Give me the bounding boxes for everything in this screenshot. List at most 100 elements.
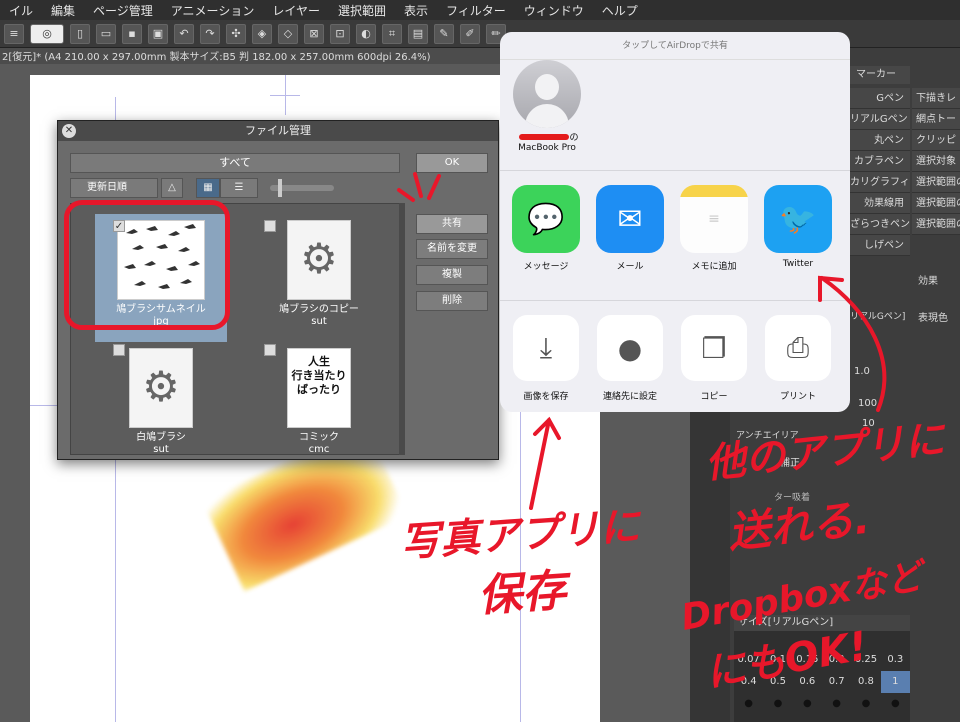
checkbox[interactable]	[264, 344, 276, 356]
download-icon: ⤓	[513, 315, 579, 381]
pen-icon[interactable]: ✎	[434, 23, 454, 44]
checkbox[interactable]	[113, 344, 125, 356]
grid-view-icon[interactable]: ▦	[196, 178, 220, 198]
transform-icon[interactable]: ✣	[226, 23, 246, 44]
slider-knob[interactable]	[278, 179, 282, 197]
action-copy[interactable]: ❐ コピー	[674, 315, 754, 402]
layer-property-item[interactable]: 選択範囲の	[912, 193, 960, 214]
annotation-text: 保存	[476, 564, 568, 623]
menu-edit[interactable]: 編集	[42, 2, 84, 19]
action-save-image[interactable]: ⤓ 画像を保存	[506, 315, 586, 402]
duplicate-button[interactable]: 複製	[416, 265, 488, 285]
delete-button[interactable]: 削除	[416, 291, 488, 311]
file-item[interactable]: ⚙ 鳩ブラシのコピー sut	[259, 220, 379, 328]
fill-icon[interactable]: ◈	[252, 23, 272, 44]
envelope-icon: ✉	[596, 185, 664, 253]
notes-icon: ≡	[680, 185, 748, 253]
share-button[interactable]: 共有	[416, 214, 488, 234]
size-option[interactable]: 0.3	[881, 649, 910, 671]
sub-tool-item[interactable]: 効果線用	[850, 193, 910, 214]
sort-dropdown[interactable]: 更新日順	[70, 178, 158, 198]
sub-tool-item[interactable]: 丸ペン	[850, 130, 910, 151]
rename-button[interactable]: 名前を変更	[416, 239, 488, 259]
layer-property-item[interactable]: 選択範囲の	[912, 172, 960, 193]
filter-dropdown[interactable]: すべて	[70, 153, 400, 173]
file-scrollbar[interactable]	[399, 203, 405, 455]
menu-page[interactable]: ページ管理	[84, 2, 162, 19]
action-label: コピー	[700, 392, 728, 402]
marker-label: マーカー	[850, 66, 910, 84]
thumbnail-size-slider[interactable]	[270, 179, 334, 197]
menu-selection[interactable]: 選択範囲	[329, 2, 395, 19]
crop-icon[interactable]: ⌗	[382, 23, 402, 44]
guide-line	[270, 95, 300, 96]
sub-tool-item[interactable]: リアルGペン	[850, 109, 910, 130]
size-dot-icon[interactable]	[734, 693, 763, 715]
brush-icon[interactable]: ✐	[460, 23, 480, 44]
layer-property-item[interactable]: 選択範囲の	[912, 214, 960, 235]
size-dot-icon[interactable]	[793, 693, 822, 715]
sub-tool-item[interactable]: Gペン	[850, 88, 910, 109]
airdrop-device-name: MacBook Pro	[518, 143, 576, 153]
speech-bubble-icon: 💬	[512, 185, 580, 253]
invert-icon[interactable]: ◐	[356, 23, 376, 44]
select-icon[interactable]: ⊠	[304, 23, 324, 44]
comic-thumb-line: 行き当たり	[291, 369, 347, 382]
menu-filter[interactable]: フィルター	[437, 2, 515, 19]
undo-icon[interactable]: ↶	[174, 23, 194, 44]
menu-file[interactable]: イル	[0, 2, 42, 19]
open-folder-icon[interactable]: ▭	[96, 23, 116, 44]
document-tab[interactable]: 2[復元]* (A4 210.00 x 297.00mm 製本サイズ:B5 判 …	[0, 48, 500, 64]
file-item[interactable]: 人生 行き当たり ばったり コミック cmc	[259, 348, 379, 456]
app-logo-icon[interactable]: ◎	[30, 23, 64, 44]
layer-property-item[interactable]: 下描きレ	[912, 88, 960, 109]
menu-toggle-icon[interactable]: ≡	[4, 23, 24, 44]
checkbox[interactable]	[264, 220, 276, 232]
sub-tool-item[interactable]: しげペン	[850, 235, 910, 256]
sub-tool-item[interactable]: カリグラフィ	[850, 172, 910, 193]
sort-order-icon[interactable]: △	[161, 178, 183, 198]
comic-thumbnail-image: 人生 行き当たり ばったり	[287, 348, 351, 428]
app-messages[interactable]: 💬 メッセージ	[506, 185, 586, 272]
menu-animation[interactable]: アニメーション	[162, 2, 264, 19]
share-actions-row: ⤓ 画像を保存 ● 連絡先に設定 ❐ コピー ⎙ プリント	[500, 300, 850, 412]
layer-property-item[interactable]: 網点トー	[912, 109, 960, 130]
size-dot-icon[interactable]	[822, 693, 851, 715]
airdrop-device[interactable]: の MacBook Pro	[512, 60, 582, 153]
contact-icon: ●	[597, 315, 663, 381]
app-notes[interactable]: ≡ メモに追加	[674, 185, 754, 272]
eraser-icon[interactable]: ◇	[278, 23, 298, 44]
action-set-contact[interactable]: ● 連絡先に設定	[590, 315, 670, 402]
menu-help[interactable]: ヘルプ	[593, 2, 647, 19]
new-file-icon[interactable]: ▯	[70, 23, 90, 44]
layer-property-list: 下描きレ 網点トー クリッピ 選択対象 選択範囲の 選択範囲の 選択範囲の	[912, 88, 960, 235]
gear-icon: ⚙	[287, 220, 351, 300]
sub-tool-item[interactable]: ざらつきペン	[850, 214, 910, 235]
sub-tool-item[interactable]: カブラペン	[850, 151, 910, 172]
size-option[interactable]: 1	[880, 671, 910, 693]
list-view-icon[interactable]: ☰	[220, 178, 258, 198]
size-dot-icon[interactable]	[763, 693, 792, 715]
size-dot-icon[interactable]	[851, 693, 880, 715]
export-icon[interactable]: ▣	[148, 23, 168, 44]
close-icon[interactable]: ✕	[62, 124, 76, 138]
size-dot-icon[interactable]	[881, 693, 910, 715]
redo-icon[interactable]: ↷	[200, 23, 220, 44]
avatar-icon	[513, 60, 581, 128]
save-icon[interactable]: ▪	[122, 23, 142, 44]
annotation-emphasis-marks	[397, 172, 441, 202]
app-mail[interactable]: ✉ メール	[590, 185, 670, 272]
deselect-icon[interactable]: ⊡	[330, 23, 350, 44]
menu-bar: イル 編集 ページ管理 アニメーション レイヤー 選択範囲 表示 フィルター ウ…	[0, 0, 960, 20]
app-twitter[interactable]: 🐦 Twitter	[758, 185, 838, 269]
size-option[interactable]: 0.8	[851, 671, 880, 693]
menu-view[interactable]: 表示	[395, 2, 437, 19]
effect-label: 効果	[918, 276, 938, 287]
layer-property-item[interactable]: 選択対象	[912, 151, 960, 172]
dialog-title: ファイル管理	[245, 124, 311, 137]
menu-window[interactable]: ウィンドウ	[515, 2, 593, 19]
layer-icon[interactable]: ▤	[408, 23, 428, 44]
layer-property-item[interactable]: クリッピ	[912, 130, 960, 151]
file-item[interactable]: ⚙ 白鳩ブラシ sut	[101, 348, 221, 456]
menu-layer[interactable]: レイヤー	[263, 2, 329, 19]
